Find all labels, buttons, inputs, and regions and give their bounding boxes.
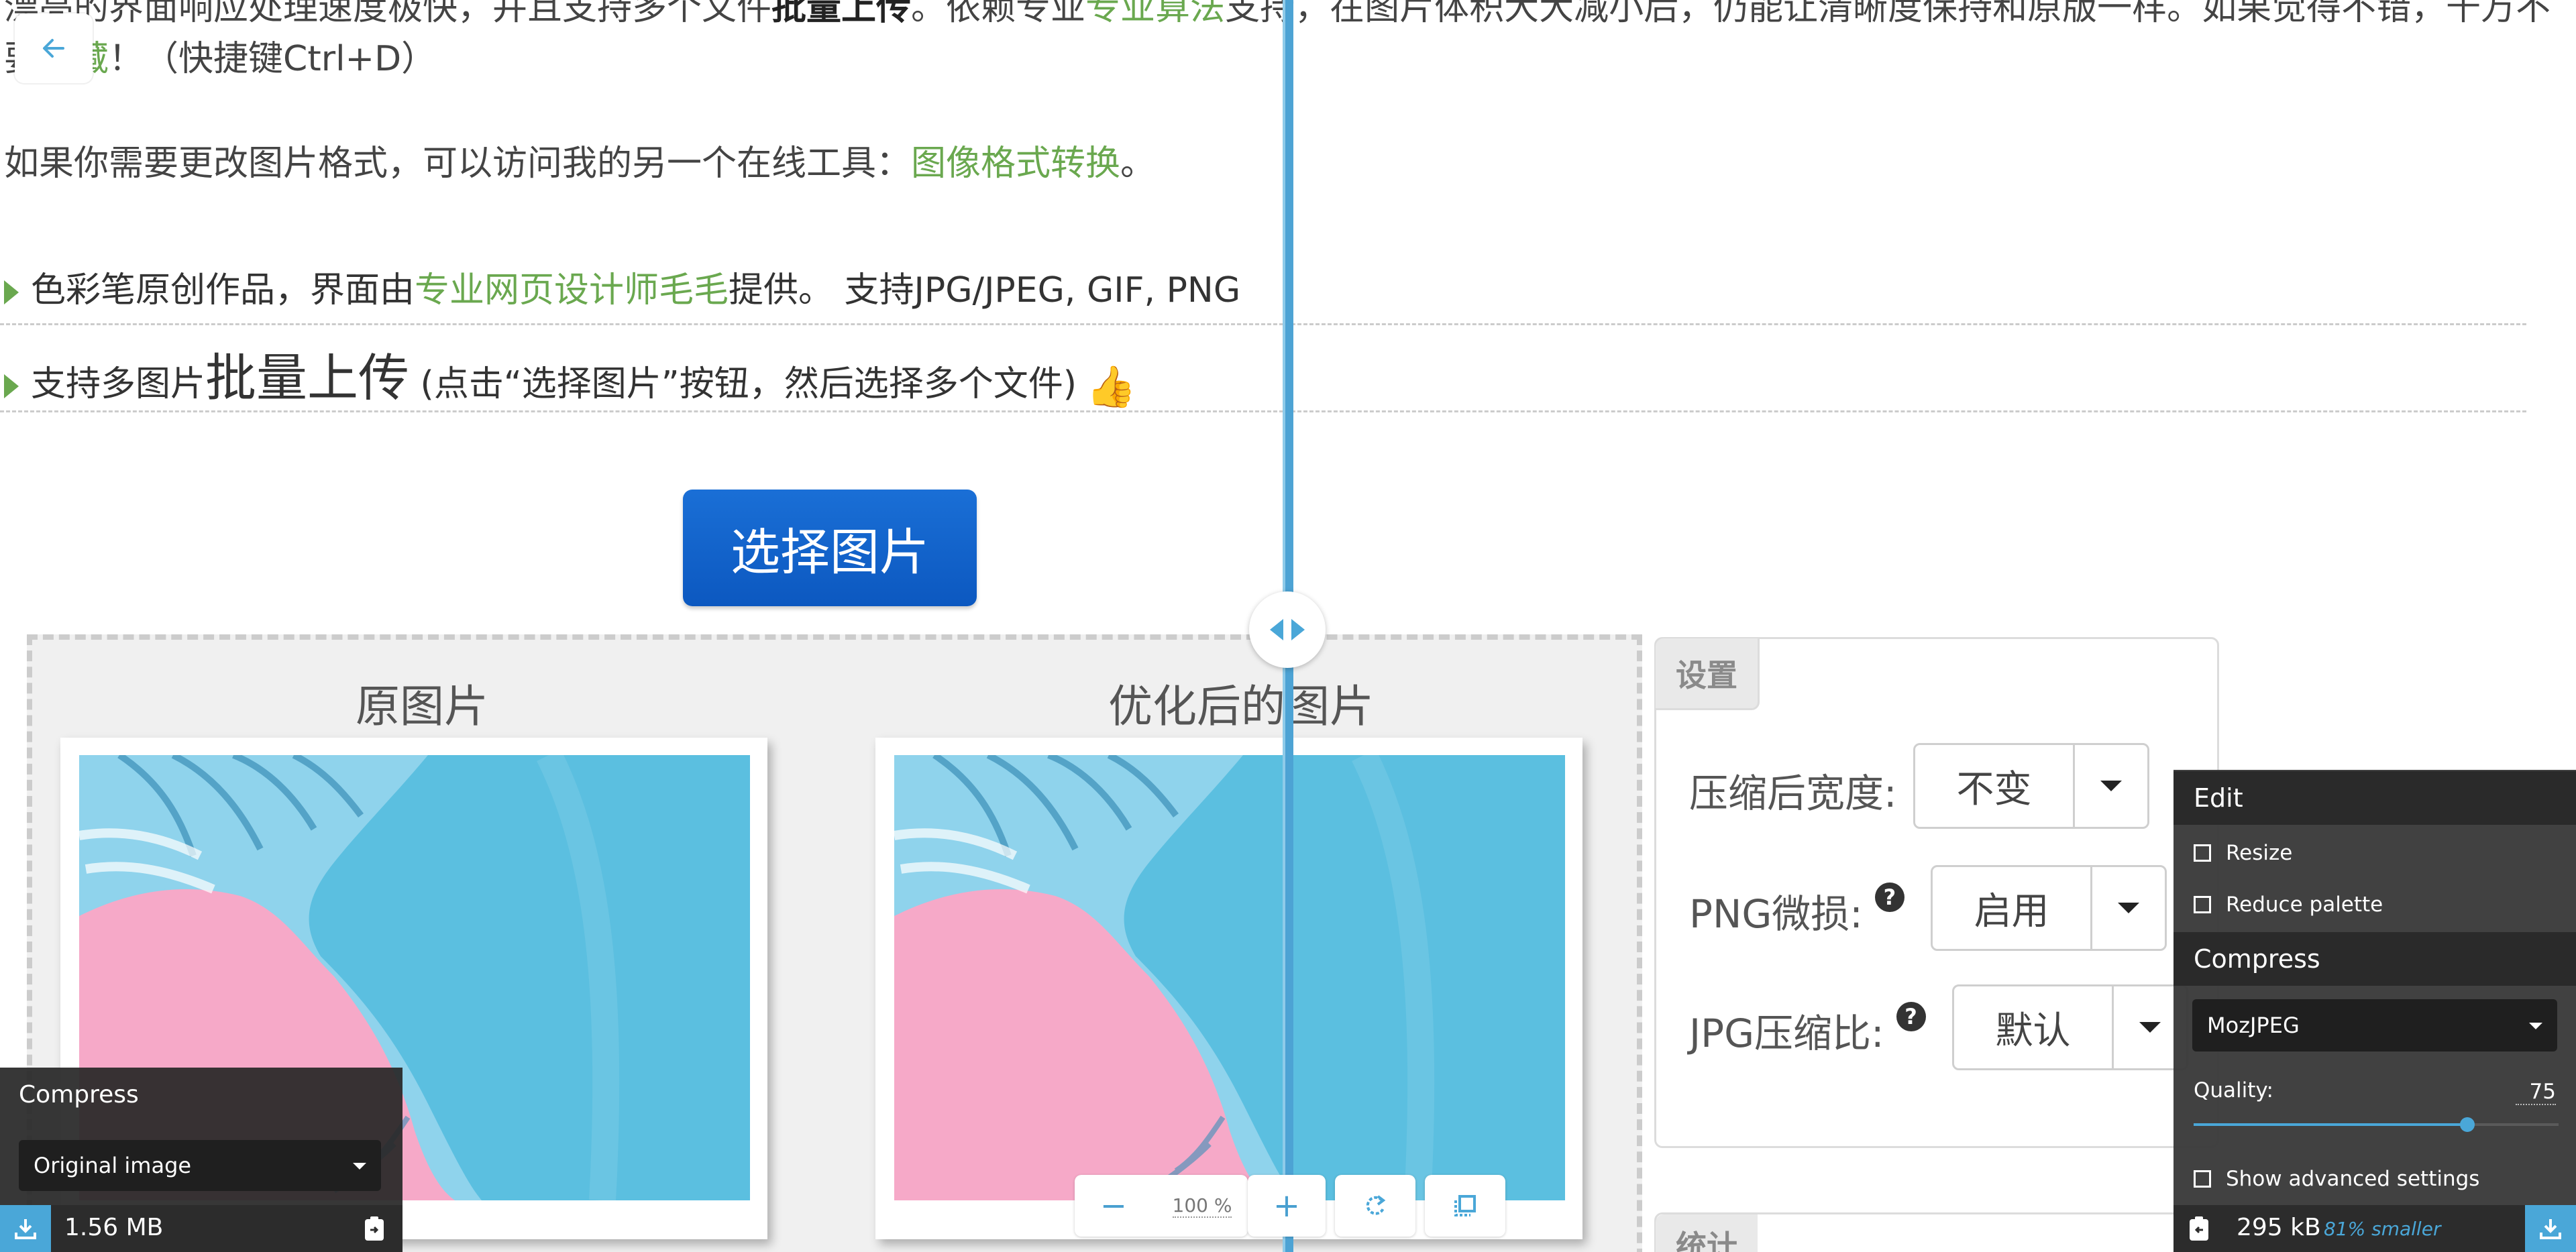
thumbs-up-icon: 👍: [1086, 363, 1136, 410]
download-icon: [2540, 1219, 2561, 1239]
designer-link[interactable]: 专业网页设计师毛毛: [415, 270, 729, 310]
background-toggle-button[interactable]: [1425, 1175, 1505, 1237]
help-icon[interactable]: ?: [1874, 883, 1904, 912]
original-size: 1.56 MB: [64, 1214, 164, 1241]
jpg-select[interactable]: 默认: [1952, 984, 2188, 1070]
copy-settings-button[interactable]: [360, 1214, 389, 1243]
quality-value-input[interactable]: 75: [2516, 1080, 2556, 1105]
chevron-down-icon: [2075, 745, 2147, 827]
screen: 漂亮的界面响应处理速度极快，并且支持多个文件批量上传。依赖专业专业算法支持，在图…: [0, 0, 2576, 1252]
feature-item-batch: 支持多图片批量上传 (点击“选择图片”按钮，然后选择多个文件) 👍: [4, 337, 1136, 410]
chevron-down-icon: [2529, 1023, 2542, 1029]
rotate-button[interactable]: [1335, 1175, 1415, 1237]
advanced-settings-option[interactable]: Show advanced settings: [2194, 1167, 2479, 1191]
bullet-arrow-icon: [4, 280, 19, 304]
chevron-down-icon: [2092, 867, 2165, 949]
original-image-title: 原图片: [356, 681, 488, 732]
chevron-down-icon: [353, 1163, 366, 1170]
optimized-image-title: 优化后的图片: [1108, 681, 1374, 732]
download-icon: [15, 1219, 36, 1239]
quality-label: Quality:: [2194, 1078, 2273, 1102]
divider: [0, 410, 2526, 412]
zoom-out-button[interactable]: −: [1075, 1175, 1152, 1237]
intro-line-3: 如果你需要更改图片格式，可以访问我的另一个在线工具：图像格式转换。: [4, 144, 1156, 184]
drag-arrows-icon: [1270, 619, 1305, 640]
advanced-settings-checkbox[interactable]: [2194, 1170, 2211, 1188]
settings-tab[interactable]: 设置: [1656, 638, 1760, 710]
download-button[interactable]: [2525, 1205, 2576, 1252]
png-setting-label: PNG微损:?: [1689, 883, 1904, 939]
left-download-button[interactable]: [0, 1205, 51, 1252]
copy-icon: [365, 1216, 384, 1241]
back-button[interactable]: [15, 13, 93, 83]
reduce-palette-checkbox[interactable]: [2194, 896, 2211, 913]
edit-section-title: Edit: [2174, 771, 2576, 825]
quality-slider-thumb[interactable]: [2460, 1117, 2475, 1132]
intro-line-1: 漂亮的界面响应处理速度极快，并且支持多个文件批量上传。依赖专业专业算法支持，在图…: [4, 0, 2551, 25]
size-reduction: 81% smaller: [2324, 1218, 2441, 1240]
encoder-select[interactable]: MozJPEG: [2192, 999, 2557, 1051]
algorithm-link[interactable]: 专业算法: [1085, 0, 1225, 28]
left-footer: [0, 1205, 402, 1252]
compressed-size: 295 kB: [2237, 1214, 2321, 1241]
format-convert-link[interactable]: 图像格式转换: [911, 144, 1120, 184]
compress-section-title: Compress: [2174, 932, 2576, 986]
optimized-image: [894, 755, 1565, 1200]
png-select[interactable]: 启用: [1931, 865, 2167, 951]
background-icon: [1454, 1195, 1476, 1216]
width-select[interactable]: 不变: [1913, 743, 2149, 829]
jpg-setting-label: JPG压缩比:?: [1689, 1002, 1926, 1058]
feature-item-author: 色彩笔原创作品，界面由专业网页设计师毛毛提供。 支持JPG/JPEG, GIF,…: [4, 262, 1240, 312]
copy-icon: [2190, 1216, 2208, 1241]
bullet-arrow-icon: [4, 374, 19, 398]
copy-settings-left-button[interactable]: [2184, 1214, 2214, 1243]
quality-slider-fill: [2194, 1123, 2467, 1126]
zoom-level-input[interactable]: 100 %: [1155, 1175, 1249, 1237]
left-encoder-select[interactable]: Original image: [19, 1140, 381, 1191]
divider-handle[interactable]: [1249, 591, 1326, 668]
width-setting-label: 压缩后宽度:: [1689, 771, 1897, 816]
divider: [0, 323, 2526, 325]
quality-slider[interactable]: [2194, 1117, 2559, 1132]
resize-checkbox[interactable]: [2194, 844, 2211, 862]
help-icon[interactable]: ?: [1896, 1002, 1926, 1031]
reduce-palette-option[interactable]: Reduce palette: [2194, 893, 2383, 917]
resize-option[interactable]: Resize: [2194, 841, 2292, 865]
zoom-in-button[interactable]: +: [1248, 1175, 1326, 1237]
rotate-icon: [1366, 1195, 1386, 1215]
arrow-left-icon: [43, 39, 64, 58]
left-compress-title: Compress: [19, 1081, 139, 1108]
select-image-button[interactable]: 选择图片: [683, 490, 977, 606]
stats-tab[interactable]: 统计: [1656, 1214, 1758, 1252]
